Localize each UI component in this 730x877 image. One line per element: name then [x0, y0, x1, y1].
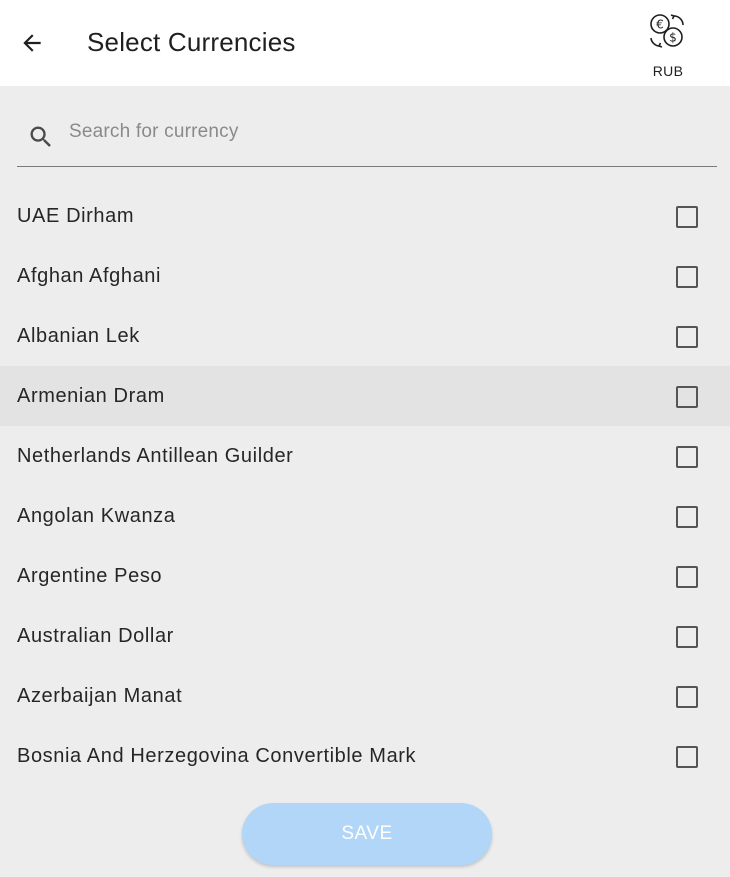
currency-checkbox[interactable]	[676, 206, 698, 228]
arrow-left-icon	[23, 34, 41, 52]
page-title: Select Currencies	[87, 27, 296, 57]
currency-name: Australian Dollar	[17, 625, 174, 647]
app-bar: Select Currencies € $ RUB	[0, 0, 730, 86]
currency-name: UAE Dirham	[17, 205, 135, 227]
base-currency-label: RUB	[652, 63, 684, 79]
currency-checkbox[interactable]	[676, 626, 698, 648]
currency-checkbox[interactable]	[676, 266, 698, 288]
select-currencies-screen: Select Currencies € $ RUB UAE Dirham	[0, 0, 730, 877]
search-input[interactable]	[67, 114, 711, 150]
currency-name: Angolan Kwanza	[17, 505, 176, 527]
list-item[interactable]: Armenian Dram	[0, 366, 730, 426]
base-currency-button[interactable]: € $ RUB	[640, 10, 696, 86]
currency-exchange-icon: € $	[650, 14, 684, 48]
back-button[interactable]	[14, 25, 50, 61]
search-bar	[17, 106, 717, 167]
currency-checkbox[interactable]	[676, 746, 698, 768]
currency-name: Albanian Lek	[17, 325, 140, 347]
search-icon	[30, 126, 51, 147]
list-item[interactable]: Bosnia And Herzegovina Convertible Mark	[0, 726, 730, 786]
currency-checkbox[interactable]	[676, 686, 698, 708]
currency-name: Azerbaijan Manat	[17, 685, 183, 707]
currency-name: Bosnia And Herzegovina Convertible Mark	[17, 745, 417, 767]
currency-checkbox[interactable]	[676, 446, 698, 468]
currency-checkbox[interactable]	[676, 386, 698, 408]
save-button[interactable]: SAVE	[242, 803, 492, 865]
currency-name: Netherlands Antillean Guilder	[17, 445, 294, 467]
currency-checkbox[interactable]	[676, 506, 698, 528]
list-item[interactable]: Afghan Afghani	[0, 246, 730, 306]
currency-checkbox[interactable]	[676, 326, 698, 348]
currency-name: Argentine Peso	[17, 565, 163, 587]
list-item[interactable]: UAE Dirham	[0, 186, 730, 246]
list-item[interactable]: Albanian Lek	[0, 306, 730, 366]
currency-name: Afghan Afghani	[17, 265, 162, 287]
list-item[interactable]: Netherlands Antillean Guilder	[0, 426, 730, 486]
currency-name: Armenian Dram	[17, 385, 165, 407]
list-item[interactable]: Azerbaijan Manat	[0, 666, 730, 726]
svg-text:$: $	[669, 31, 677, 45]
list-item[interactable]: Australian Dollar	[0, 606, 730, 666]
svg-text:€: €	[656, 18, 664, 32]
list-item[interactable]: Angolan Kwanza	[0, 486, 730, 546]
list-item[interactable]: Argentine Peso	[0, 546, 730, 606]
currency-checkbox[interactable]	[676, 566, 698, 588]
currency-list: UAE Dirham Afghan Afghani Albanian Lek A…	[0, 186, 730, 786]
